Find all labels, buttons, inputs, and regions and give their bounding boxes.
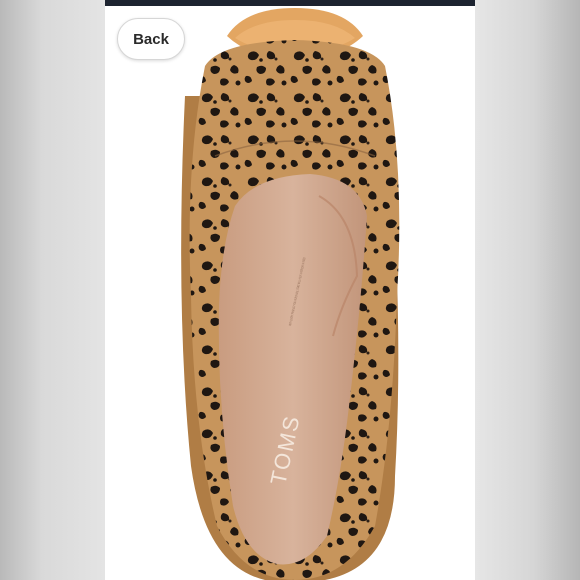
blurred-background-right	[475, 0, 580, 580]
back-button[interactable]: Back	[117, 18, 185, 60]
leopard-peep-toe-shoe-image: WITH EVERY PRODUCT YOU PURCHASE, TOMS WI…	[181, 8, 400, 580]
blurred-background-left	[0, 0, 105, 580]
product-photo: WITH EVERY PRODUCT YOU PURCHASE, TOMS WI…	[105, 6, 475, 580]
